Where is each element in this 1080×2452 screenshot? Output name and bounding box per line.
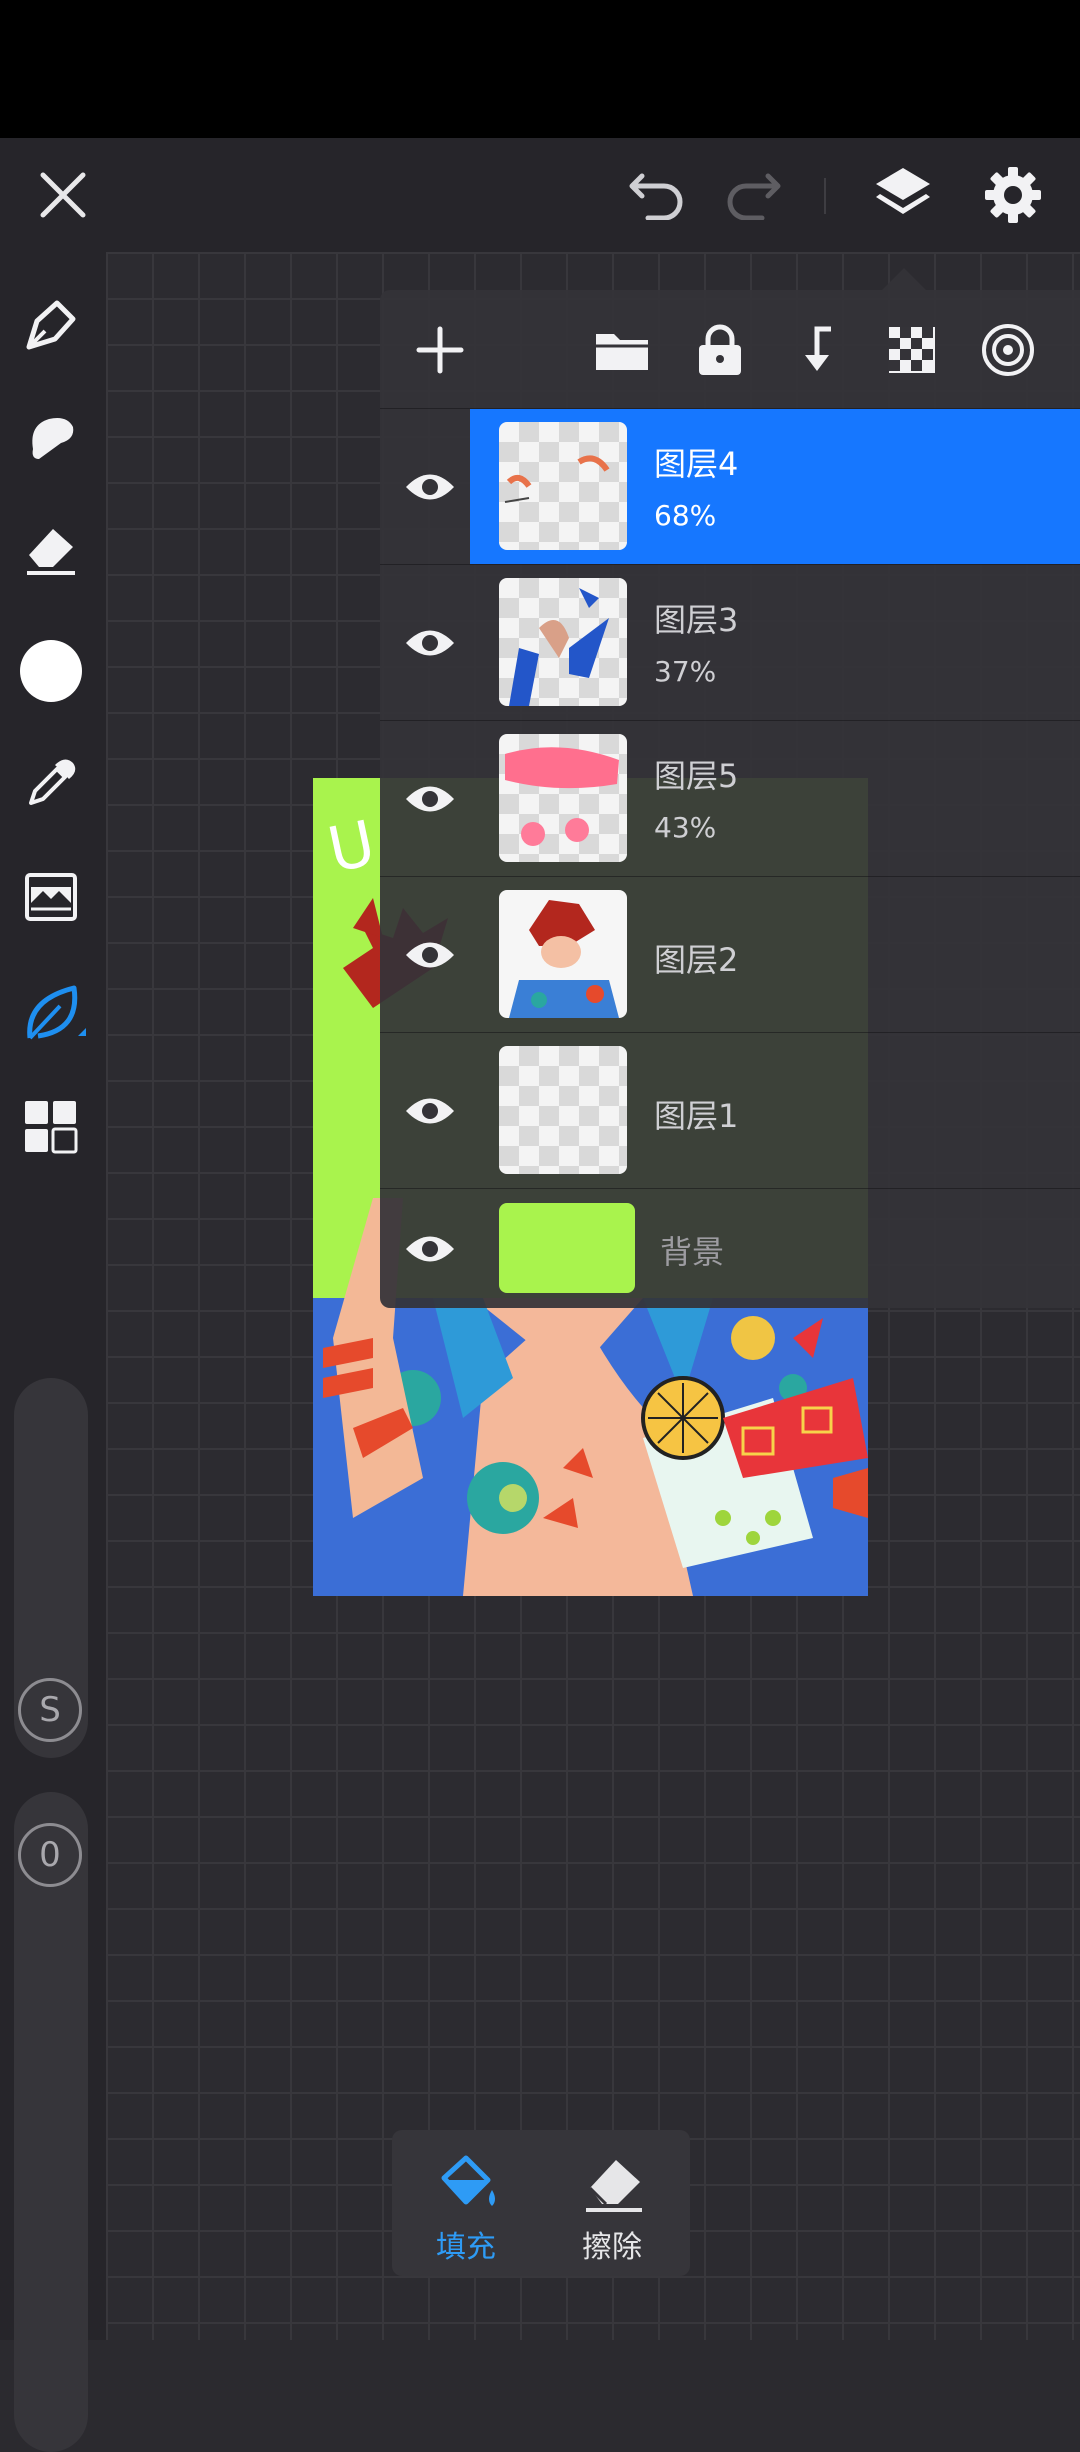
status-bar [0,0,1080,138]
erase-button[interactable]: 擦除 [542,2130,682,2276]
lock-icon[interactable] [688,318,752,382]
gear-icon[interactable] [976,158,1050,232]
panel-pointer [882,268,926,290]
eraser-icon[interactable] [18,516,84,582]
layer-thumbnail [499,890,627,1018]
eye-icon[interactable] [402,615,458,671]
layer-thumbnail [499,578,627,706]
divider [824,178,826,214]
blend-mode-icon[interactable] [976,318,1040,382]
add-layer-icon[interactable] [408,318,472,382]
layer-row[interactable]: 图层3 37% [380,564,1080,720]
brush-pen-icon[interactable] [18,292,84,358]
opacity-slider[interactable] [14,1792,88,2452]
merge-down-icon[interactable] [784,318,848,382]
eye-icon[interactable] [402,1083,458,1139]
close-icon[interactable] [30,162,96,228]
folder-icon[interactable] [590,318,654,382]
layer-opacity: 37% [654,655,717,688]
layer-thumbnail [499,1046,627,1174]
layer-name: 图层3 [654,601,739,639]
layer-row[interactable]: 图层1 [380,1032,1080,1188]
grid-icon[interactable] [18,1094,84,1160]
layer-row[interactable]: 图层4 68% [380,408,1080,564]
smudge-icon[interactable] [18,404,84,470]
background-color-swatch[interactable] [499,1203,635,1293]
fill-erase-bar: 填充 擦除 [392,2130,690,2276]
layers-toolbar [380,290,1080,410]
layer-row[interactable]: 图层2 [380,876,1080,1032]
size-badge: S [18,1678,82,1742]
undo-icon[interactable] [624,162,690,228]
layer-name: 图层1 [654,1097,739,1135]
fill-button[interactable]: 填充 [396,2130,536,2276]
opacity-badge: 0 [18,1823,82,1887]
layer-name: 图层5 [654,757,739,795]
eye-icon[interactable] [402,1221,458,1277]
layer-opacity: 68% [654,499,717,532]
leaf-stroke-icon[interactable] [18,976,92,1050]
background-layer-row[interactable]: 背景 [380,1188,1080,1309]
eye-icon[interactable] [402,459,458,515]
left-toolbar: S 0 [0,252,106,2452]
layer-name: 图层4 [654,445,739,483]
redo-icon[interactable] [720,162,786,228]
layers-panel: 图层4 68% 图层3 37% 图层5 43% 图层2 图层1 背景 [380,290,1080,1308]
top-toolbar [0,138,1080,252]
eyedropper-icon[interactable] [18,750,84,816]
layer-opacity: 43% [654,811,717,844]
fill-label: 填充 [436,2230,496,2265]
layer-thumbnail [499,734,627,862]
layer-thumbnail [499,422,627,550]
layer-name: 背景 [660,1233,725,1271]
adjustment-icon[interactable] [18,864,84,930]
erase-label: 擦除 [582,2230,642,2265]
layer-name: 图层2 [654,941,739,979]
eye-icon[interactable] [402,927,458,983]
layer-row[interactable]: 图层5 43% [380,720,1080,876]
color-swatch[interactable] [18,638,84,704]
layers-icon[interactable] [866,158,940,232]
eye-icon[interactable] [402,771,458,827]
checkerboard-icon[interactable] [880,318,944,382]
